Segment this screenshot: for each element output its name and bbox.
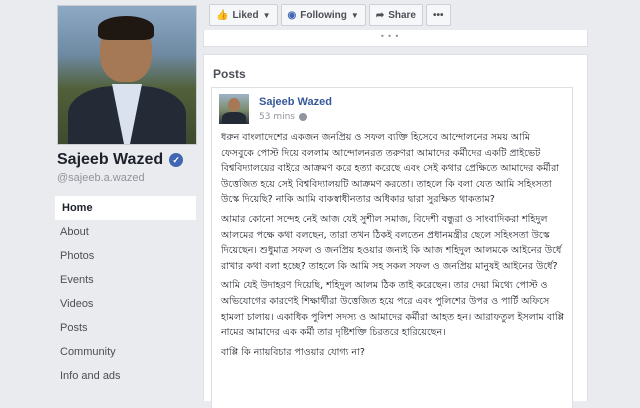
nav-item-posts[interactable]: Posts xyxy=(55,316,196,340)
nav-item-about[interactable]: About xyxy=(55,220,196,244)
globe-icon xyxy=(298,113,307,121)
nav-item-events[interactable]: Events xyxy=(55,268,196,292)
post-paragraph: আমার কোনো সন্দেহ নেই আজ যেই সুশীল সমাজ, … xyxy=(221,213,562,272)
profile-name[interactable]: Sajeeb Wazed ✓ xyxy=(57,151,184,169)
post-body: ধরুন বাংলাদেশের একজন জনপ্রিয় ও সফল ব্যক… xyxy=(221,130,565,364)
nav-item-home[interactable]: Home xyxy=(55,196,196,220)
chevron-down-icon: ▼ xyxy=(350,10,359,20)
share-arrow-icon: ➦ xyxy=(375,9,385,21)
nav-item-videos[interactable]: Videos xyxy=(55,292,196,316)
chevron-down-icon: ▼ xyxy=(262,10,271,20)
left-column: Sajeeb Wazed ✓ @sajeeb.a.wazed Home Abou… xyxy=(0,0,197,400)
post-paragraph: ধরুন বাংলাদেশের একজন জনপ্রিয় ও সফল ব্যক… xyxy=(221,132,560,206)
more-dots-icon: • • • xyxy=(380,32,400,41)
more-icon: ••• xyxy=(433,9,444,21)
author-avatar[interactable] xyxy=(219,94,249,124)
more-options-button[interactable]: ••• xyxy=(426,4,451,26)
page-nav: Home About Photos Events Videos Posts Co… xyxy=(55,196,196,388)
nav-item-photos[interactable]: Photos xyxy=(55,244,196,268)
post-time-text: 53 mins xyxy=(259,112,295,122)
nav-item-info-and-ads[interactable]: Info and ads xyxy=(55,364,196,388)
post-card: Sajeeb Wazed 53 mins ধরুন বাংলাদেশের একজ… xyxy=(211,87,573,408)
posts-section: Posts Sajeeb Wazed 53 mins ধরুন বাংলাদেশ… xyxy=(203,54,588,408)
post-timestamp[interactable]: 53 mins xyxy=(259,112,307,122)
post-paragraph: বাপ্পি কি ন্যায়বিচার পাওয়ার যোগ্য না? xyxy=(221,346,365,358)
verified-badge-icon: ✓ xyxy=(169,153,184,167)
previous-card: • • • xyxy=(203,30,588,47)
thumbs-up-icon: 👍 xyxy=(216,9,229,21)
following-label: Following xyxy=(300,9,347,21)
share-label: Share xyxy=(388,9,416,21)
rss-icon: ◉ xyxy=(287,9,297,21)
page-action-bar: 👍 Liked ▼ ◉ Following ▼ ➦ Share ••• xyxy=(209,4,451,26)
nav-item-community[interactable]: Community xyxy=(55,340,196,364)
main-column: 👍 Liked ▼ ◉ Following ▼ ➦ Share ••• • • … xyxy=(203,0,588,408)
liked-button[interactable]: 👍 Liked ▼ xyxy=(209,4,278,26)
liked-label: Liked xyxy=(232,9,259,21)
profile-name-text: Sajeeb Wazed xyxy=(57,151,164,168)
post-paragraph: আমি যেই উদাহরণ দিয়েছি, শহিদুল আলম ঠিক ত… xyxy=(221,280,565,339)
profile-picture[interactable] xyxy=(57,5,197,145)
profile-username: @sajeeb.a.wazed xyxy=(57,172,145,184)
posts-header: Posts xyxy=(213,67,246,81)
following-button[interactable]: ◉ Following ▼ xyxy=(280,4,366,26)
post-author[interactable]: Sajeeb Wazed xyxy=(259,96,332,108)
share-button[interactable]: ➦ Share xyxy=(368,4,423,26)
